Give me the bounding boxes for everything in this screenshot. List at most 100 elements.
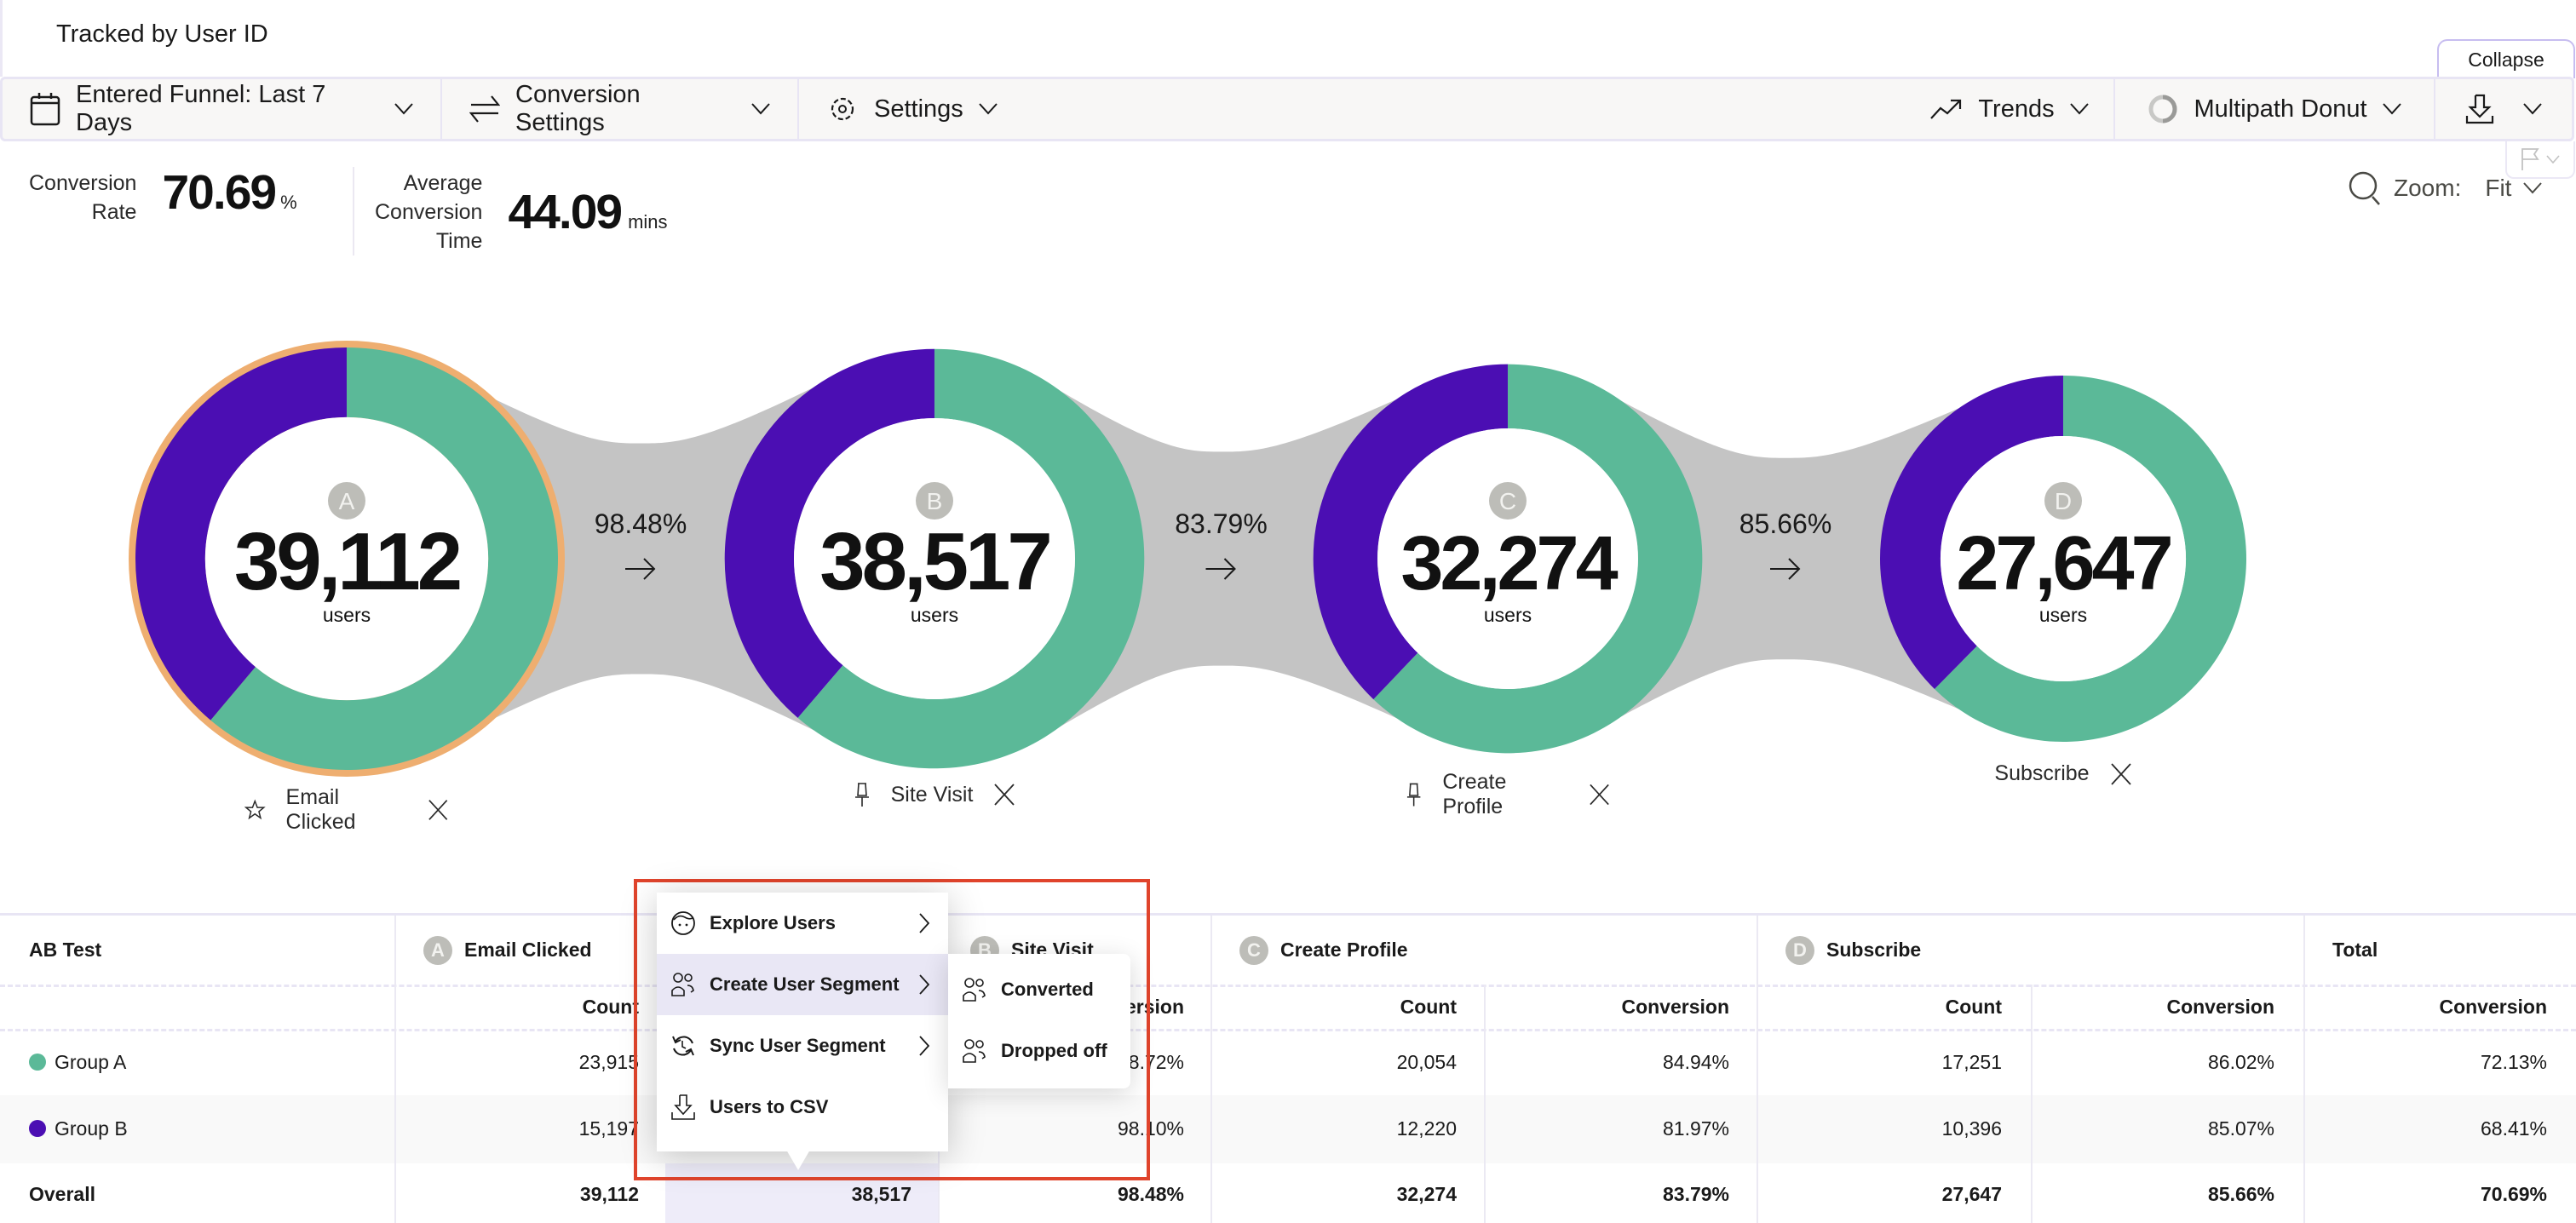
- step-total: 38,517: [819, 516, 1049, 607]
- donut-step-b[interactable]: B38,517users: [724, 348, 1145, 769]
- step-name: Subscribe: [1994, 761, 2090, 785]
- submenu-item-converted[interactable]: Converted: [948, 959, 1130, 1020]
- chevron-right-icon: [919, 913, 929, 933]
- table-cell[interactable]: 81.97%: [1516, 1095, 1729, 1162]
- table-cell[interactable]: 27,647: [1789, 1163, 2002, 1223]
- column-divider: [1484, 985, 1486, 1223]
- row-label-text: Group A: [55, 1050, 127, 1073]
- header-step-c[interactable]: C Create Profile: [1239, 916, 1408, 985]
- table-cell[interactable]: 32,274: [1244, 1163, 1457, 1223]
- chevron-down-icon: [2069, 103, 2089, 115]
- step-name: Create Profile: [1442, 770, 1507, 818]
- download-icon: [671, 1094, 695, 1120]
- table-cell[interactable]: 85.07%: [2061, 1095, 2274, 1162]
- table-cell[interactable]: 83.79%: [1516, 1163, 1729, 1223]
- table-cell[interactable]: 72.13%: [2334, 1029, 2547, 1095]
- menu-item-users-to-csv[interactable]: Users to CSV: [657, 1077, 948, 1138]
- step-name: Site Visit: [890, 782, 974, 807]
- step-name: Email Clicked: [464, 939, 592, 961]
- sync-icon: [672, 1036, 694, 1056]
- row-label-text: Overall: [29, 1183, 95, 1205]
- header-ab-test: AB Test: [29, 939, 102, 961]
- avg-time-label: Average Conversion Time: [375, 171, 483, 253]
- pin-icon[interactable]: [1406, 782, 1422, 807]
- step-name: Subscribe: [1826, 939, 1922, 961]
- toolbar: Entered Funnel: Last 7 Days Conversion S…: [0, 77, 2574, 141]
- column-divider: [2031, 985, 2033, 1223]
- page-title: Tracked by User ID: [56, 20, 268, 48]
- step-label-d: Subscribe: [1961, 761, 2165, 786]
- conversion-rate-stat: Conversion Rate 70.69 %: [29, 165, 297, 227]
- close-icon[interactable]: [428, 798, 449, 822]
- trend-up-icon: [1930, 99, 1962, 119]
- step-badge-letter: C: [1499, 488, 1516, 514]
- collapse-button[interactable]: Collapse: [2437, 39, 2575, 78]
- step-badge: D: [1785, 935, 1814, 965]
- header-step-d[interactable]: D Subscribe: [1785, 916, 1921, 985]
- table-cell[interactable]: 10,396: [1789, 1095, 2002, 1162]
- face-icon: [671, 911, 695, 935]
- subheader-conversion: Conversion: [1621, 995, 1729, 1018]
- table-cell[interactable]: 70.69%: [2334, 1163, 2547, 1223]
- export-dropdown[interactable]: [2435, 79, 2572, 139]
- date-range-dropdown[interactable]: Entered Funnel: Last 7 Days: [3, 79, 442, 139]
- group-color-dot: [29, 1120, 46, 1137]
- column-divider: [394, 916, 396, 1223]
- column-divider: [1757, 916, 1758, 1223]
- step-total: 39,112: [234, 516, 460, 607]
- donut-step-c[interactable]: C 32,274users: [1313, 364, 1703, 754]
- table-cell[interactable]: 23,915: [426, 1029, 639, 1095]
- close-icon[interactable]: [2110, 762, 2132, 786]
- menu-item-explore-users[interactable]: Explore Users: [657, 893, 948, 954]
- row-label: Group A: [29, 1029, 126, 1095]
- submenu-item-dropped-off[interactable]: Dropped off: [948, 1020, 1130, 1082]
- chevron-right-icon: [919, 974, 929, 995]
- step-total: 27,647: [1956, 521, 2171, 606]
- chevron-down-icon: [2523, 103, 2542, 115]
- table-cell[interactable]: 20,054: [1244, 1029, 1457, 1095]
- row-label-text: Group B: [55, 1117, 128, 1140]
- calendar-icon: [30, 93, 60, 126]
- menu-pointer: [786, 1150, 810, 1170]
- chevron-down-icon: [979, 103, 998, 115]
- conversion-rate-label: Conversion Rate: [29, 171, 137, 224]
- donut-step-d[interactable]: D 27,647users: [1880, 376, 2247, 742]
- table-cell[interactable]: 17,251: [1789, 1029, 2002, 1095]
- table-cell[interactable]: 85.66%: [2061, 1163, 2274, 1223]
- conversion-settings-dropdown[interactable]: Conversion Settings: [442, 79, 799, 139]
- table-cell[interactable]: 84.94%: [1516, 1029, 1729, 1095]
- zoom-control[interactable]: Zoom: Fit: [2348, 170, 2543, 206]
- flag-icon: [2521, 148, 2539, 170]
- menu-item-sync-user-segment[interactable]: Sync User Segment: [657, 1015, 948, 1077]
- table-cell[interactable]: 39,112: [426, 1163, 639, 1223]
- flow-connectors: [463, 383, 1963, 734]
- table-cell[interactable]: 86.02%: [2061, 1029, 2274, 1095]
- table-cell[interactable]: 68.41%: [2334, 1095, 2547, 1162]
- trends-dropdown[interactable]: Trends: [1906, 79, 2115, 139]
- settings-dropdown[interactable]: Settings: [799, 79, 1025, 139]
- conversion-rate-unit: %: [280, 192, 297, 213]
- close-icon[interactable]: [993, 783, 1015, 807]
- close-icon[interactable]: [1589, 783, 1610, 807]
- step-label-a: Email Clicked: [244, 785, 449, 835]
- menu-item-create-user-segment[interactable]: Create User Segment: [657, 954, 948, 1015]
- chevron-right-icon: [919, 1036, 929, 1056]
- table-cell[interactable]: 12,220: [1244, 1095, 1457, 1162]
- star-icon[interactable]: [244, 799, 266, 821]
- users-label: users: [1484, 604, 1532, 626]
- frame-edge: [0, 0, 3, 77]
- pin-icon[interactable]: [854, 782, 871, 807]
- avg-conversion-time-stat: Average Conversion Time 44.09 mins: [375, 169, 668, 256]
- search-icon: [2349, 171, 2380, 205]
- donut-step-a[interactable]: A39,112users: [129, 341, 565, 777]
- zoom-label: Zoom:: [2394, 175, 2462, 201]
- column-divider: [2303, 916, 2305, 1223]
- users-icon: [963, 1039, 986, 1063]
- table-cell[interactable]: 15,197: [426, 1095, 639, 1162]
- chevron-down-icon: [394, 103, 413, 115]
- context-menu: Explore Users Create User Segment Sync U…: [657, 893, 948, 1151]
- zoom-value: Fit: [2485, 175, 2512, 201]
- step-badge: A: [423, 935, 452, 965]
- header-step-a[interactable]: A Email Clicked: [423, 916, 592, 985]
- chart-type-dropdown[interactable]: Multipath Donut: [2115, 79, 2435, 139]
